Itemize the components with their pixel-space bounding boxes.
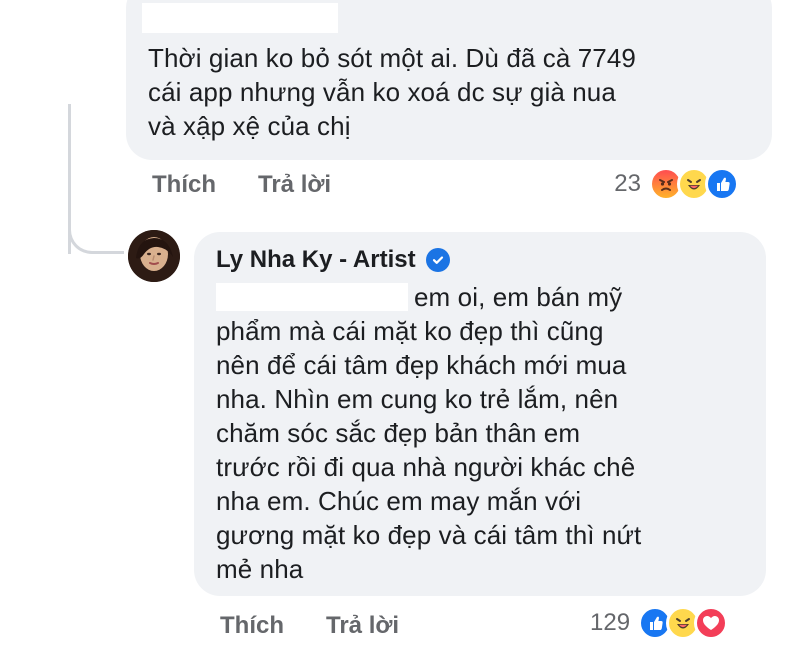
top-comment-line: Thời gian ko bỏ sót một ai. Dù đã cà 774… [148,43,636,73]
top-reaction-summary[interactable]: 23 [603,167,739,201]
redacted-name-top [142,3,338,33]
reaction-count: 129 [590,609,631,636]
reply-comment-line: nha em. Chúc em may mắn với [216,486,582,516]
reply-comment-line: em oi, em bán mỹ [414,282,623,312]
reply-comment-actions: Thích Trả lời [220,612,441,640]
reply-comment-line: nha. Nhìn em cung ko trẻ lắm, nên [216,384,619,414]
reply-comment-line: phẩm mà cái mặt ko đẹp thì cũng [216,316,604,346]
avatar[interactable] [128,230,180,282]
author-name[interactable]: Ly Nha Ky - Artist [216,246,416,274]
reaction-icons [638,606,729,640]
reply-link[interactable]: Trả lời [258,171,331,199]
reply-reaction-summary[interactable]: 129 [590,606,729,640]
reaction-count: 23 [614,170,641,197]
reply-comment-line: mẻ nha [216,554,304,584]
like-reaction-icon [705,167,739,201]
like-link[interactable]: Thích [152,171,216,199]
reply-comment-text: em oi, em bán mỹ phẩm mà cái mặt ko đẹp … [216,280,736,586]
top-comment-line: cái app nhưng vẫn ko xoá dc sự già nua [148,77,616,107]
author-row: Ly Nha Ky - Artist [216,246,450,274]
like-link[interactable]: Thích [220,612,284,640]
reply-comment-line: nên để cái tâm đẹp khách mới mua [216,350,627,380]
thread-connector-curve [68,212,124,254]
top-comment-line: và xập xệ của chị [148,111,351,141]
top-comment-actions: Thích Trả lời [152,171,373,199]
reply-link[interactable]: Trả lời [326,612,399,640]
reply-comment-line: gương mặt ko đẹp và cái tâm thì nứt [216,520,642,550]
reply-comment-line: trước rồi đi qua nhà người khác chê [216,452,636,482]
top-comment-text: Thời gian ko bỏ sót một ai. Dù đã cà 774… [148,41,758,143]
reaction-icons [649,167,739,201]
reply-comment-line: chăm sóc sắc đẹp bản thân em [216,418,581,448]
reply-comment-first-line: em oi, em bán mỹ [216,280,736,314]
love-reaction-icon [694,606,729,640]
verified-check-icon [425,248,450,272]
